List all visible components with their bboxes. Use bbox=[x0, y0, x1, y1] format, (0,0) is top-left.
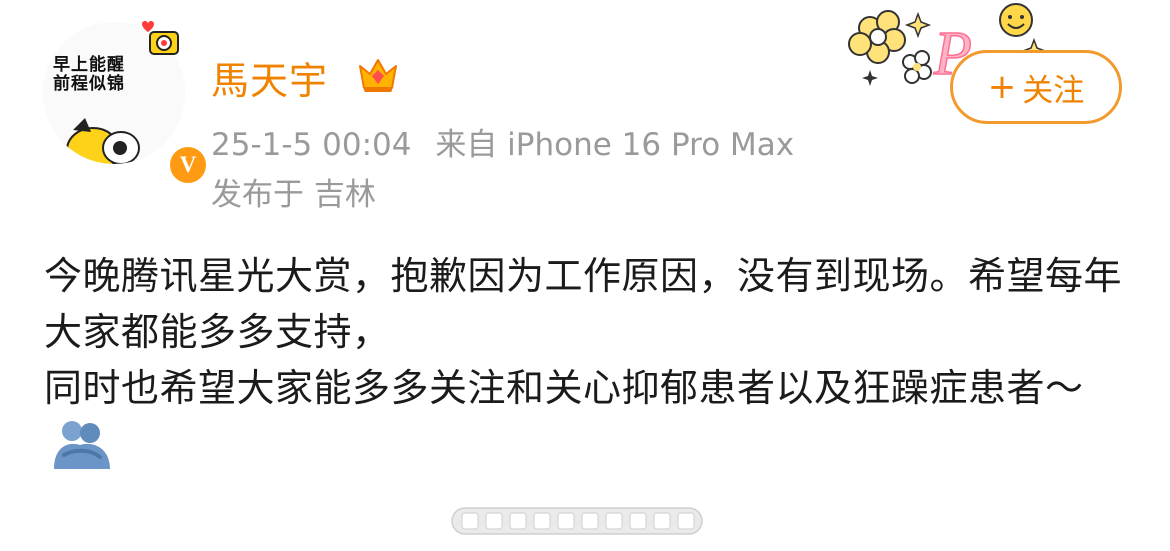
avatar-character-icon bbox=[66, 118, 140, 164]
watermark-icon bbox=[451, 507, 703, 535]
vip-crown-icon bbox=[359, 59, 397, 92]
follow-label: 关注 bbox=[1022, 72, 1085, 109]
verified-badge: V bbox=[167, 144, 209, 186]
hug-emoji-icon bbox=[54, 421, 110, 469]
post-meta: 25-1-5 00:04 来自 iPhone 16 Pro Max bbox=[211, 119, 794, 164]
camera-sticker-icon bbox=[142, 21, 179, 55]
avatar-caption: 早上能醒 前程似锦 bbox=[53, 55, 125, 94]
plus-icon: + bbox=[987, 67, 1017, 107]
post-timestamp[interactable]: 25-1-5 00:04 bbox=[211, 127, 411, 163]
post-location: 发布于 吉林 bbox=[211, 177, 376, 213]
post-source: 来自 iPhone 16 Pro Max bbox=[435, 127, 795, 163]
post-text-line: 同时也希望大家能多多关注和关心抑郁患者以及狂躁症患者～ bbox=[44, 366, 1084, 410]
post-content: 今晚腾讯星光大赏，抱歉因为工作原因，没有到现场。希望每年大家都能多多支持， 同时… bbox=[44, 248, 1134, 472]
author-name[interactable]: 馬天宇 bbox=[211, 50, 328, 105]
author-avatar[interactable]: 早上能醒 前程似锦 V bbox=[43, 21, 209, 186]
post-text-line: 今晚腾讯星光大赏，抱歉因为工作原因，没有到现场。希望每年大家都能多多支持， bbox=[44, 254, 1123, 354]
follow-button[interactable]: + 关注 bbox=[950, 50, 1122, 124]
